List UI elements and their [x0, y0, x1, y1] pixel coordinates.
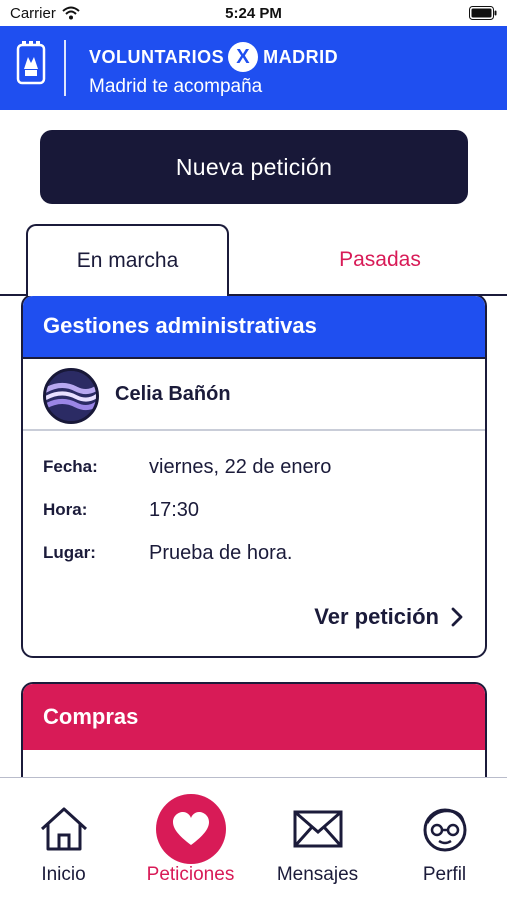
- request-category-compras: Compras: [23, 684, 485, 750]
- time-label: Hora:: [43, 500, 88, 519]
- new-request-button[interactable]: Nueva petición: [40, 130, 468, 204]
- tabbar-item-perfil[interactable]: Perfil: [381, 778, 507, 900]
- status-bar: Carrier 5:24 PM: [0, 0, 507, 26]
- request-category: Gestiones administrativas: [23, 296, 485, 359]
- view-request-link[interactable]: Ver petición: [314, 604, 463, 630]
- bottom-tab-bar: Inicio Peticiones Mensajes Perfil: [0, 777, 507, 900]
- house-icon: [40, 807, 87, 851]
- tabbar-label-perfil: Perfil: [422, 864, 467, 885]
- requester-name: Celia Bañón: [115, 383, 231, 405]
- tabbar-item-peticiones[interactable]: Peticiones: [127, 778, 254, 900]
- request-tabs: En marcha Pasadas: [0, 224, 507, 296]
- tabbar-label-mensajes: Mensajes: [276, 864, 359, 885]
- date-label: Fecha:: [43, 457, 98, 476]
- avatar: [43, 368, 99, 424]
- madrid-crest-icon: [16, 41, 46, 85]
- tabbar-label-peticiones: Peticiones: [146, 864, 235, 885]
- requester-row: Celia Bañón: [23, 359, 485, 431]
- date-value: viernes, 22 de enero: [149, 456, 332, 478]
- envelope-icon: [293, 810, 342, 848]
- chevron-right-icon: [451, 607, 463, 627]
- brand-x-icon: X: [228, 42, 259, 72]
- heart-icon: [155, 794, 226, 864]
- brand-left: VOLUNTARIOS: [89, 46, 225, 67]
- brand-logo: VOLUNTARIOS X MADRID: [89, 42, 338, 72]
- tabbar-label-inicio: Inicio: [41, 864, 86, 885]
- header-divider: [64, 40, 66, 96]
- app-header: VOLUNTARIOS X MADRID Madrid te acompaña: [0, 26, 507, 110]
- time-value: 17:30: [149, 499, 200, 521]
- request-card[interactable]: Gestiones administrativas Celia Bañón Fe…: [21, 294, 487, 658]
- status-time: 5:24 PM: [225, 5, 282, 22]
- place-value: Prueba de hora.: [149, 542, 293, 564]
- battery-icon: [469, 6, 497, 25]
- tab-pasadas[interactable]: Pasadas: [280, 224, 480, 296]
- face-glasses-icon: [423, 808, 466, 852]
- tabbar-item-inicio[interactable]: Inicio: [0, 778, 127, 900]
- view-request-label: Ver petición: [314, 604, 439, 629]
- header-tagline: Madrid te acompaña: [89, 76, 263, 97]
- tabbar-item-mensajes[interactable]: Mensajes: [254, 778, 381, 900]
- place-label: Lugar:: [43, 543, 96, 562]
- tab-en-marcha[interactable]: En marcha: [26, 224, 229, 296]
- brand-right: MADRID: [263, 46, 339, 67]
